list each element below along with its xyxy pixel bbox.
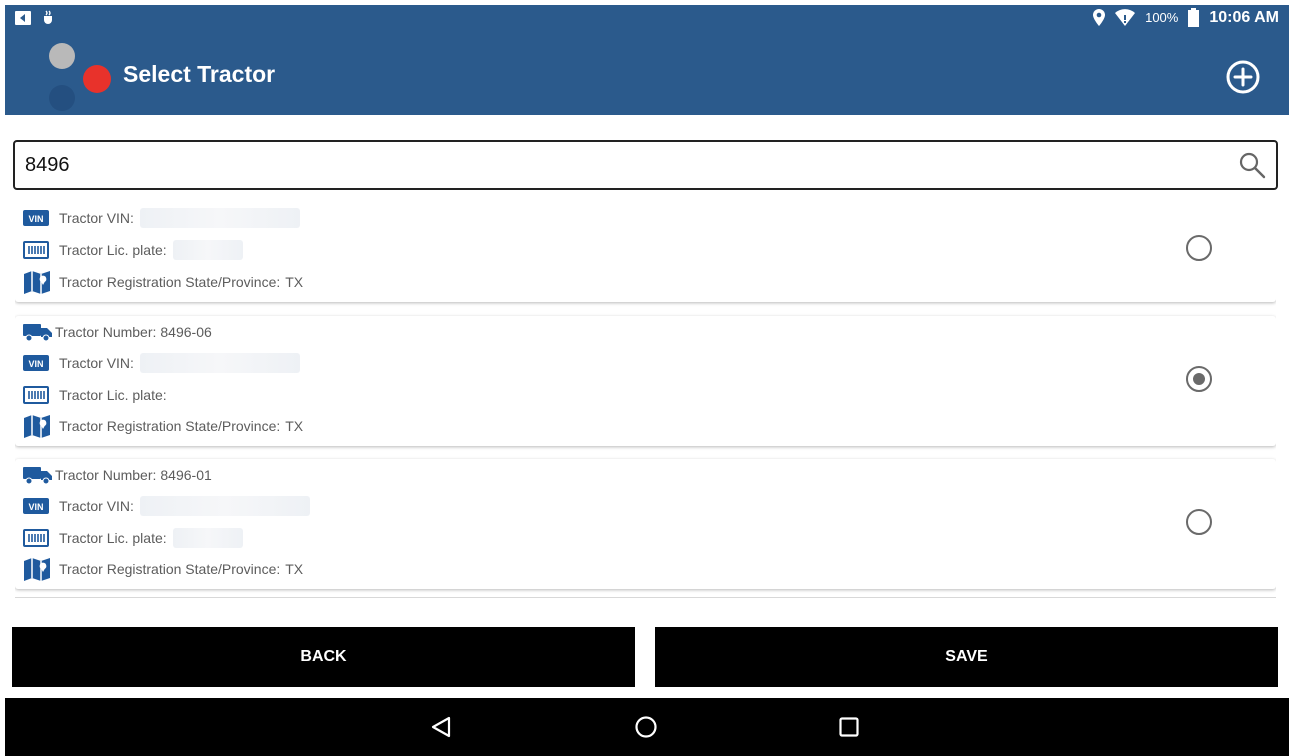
tractor-state-value: TX xyxy=(285,418,304,434)
tractor-state-row: Tractor Registration State/Province: TX xyxy=(23,557,303,581)
tractor-number-value: 8496-06 xyxy=(160,324,212,340)
tractor-state-label: Tractor Registration State/Province: xyxy=(59,561,281,577)
svg-text:VIN: VIN xyxy=(28,359,43,369)
tractor-list[interactable]: VIN Tractor VIN: Tractor Lic. plate: Tra… xyxy=(15,200,1276,598)
tractor-plate-row: Tractor Lic. plate: xyxy=(23,383,167,407)
system-nav-bar xyxy=(5,698,1289,756)
tractor-state-value: TX xyxy=(285,561,304,577)
location-icon xyxy=(1093,9,1106,26)
license-plate-icon xyxy=(23,238,53,262)
tractor-vin-value-redacted xyxy=(139,496,310,516)
vin-icon: VIN xyxy=(23,494,53,518)
tractor-vin-row: VIN Tractor VIN: xyxy=(23,206,300,230)
tractor-radio-selected[interactable] xyxy=(1186,366,1212,392)
back-button[interactable]: BACK xyxy=(12,627,635,687)
tractor-plate-label: Tractor Lic. plate: xyxy=(59,242,167,258)
map-icon xyxy=(23,414,53,438)
nav-back-icon[interactable] xyxy=(429,715,453,739)
tractor-plate-row: Tractor Lic. plate: xyxy=(23,238,243,262)
tractor-state-row: Tractor Registration State/Province: TX xyxy=(23,270,303,294)
truck-icon xyxy=(23,463,53,487)
license-plate-icon xyxy=(23,526,53,550)
map-icon xyxy=(23,270,53,294)
tractor-number-row: Tractor Number: 8496-06 xyxy=(23,320,212,344)
plus-circle-icon xyxy=(1226,60,1260,94)
clock: 10:06 AM xyxy=(1209,8,1279,26)
wifi-icon xyxy=(1115,9,1136,26)
tractor-vin-row: VIN Tractor VIN: xyxy=(23,351,300,375)
svg-text:VIN: VIN xyxy=(28,502,43,512)
tractor-vin-label: Tractor VIN: xyxy=(59,210,134,226)
search-box xyxy=(13,140,1278,190)
search-input[interactable] xyxy=(25,150,1205,180)
tractor-state-label: Tractor Registration State/Province: xyxy=(59,274,281,290)
add-tractor-button[interactable] xyxy=(1225,59,1261,95)
vin-icon: VIN xyxy=(23,206,53,230)
nav-recents-icon[interactable] xyxy=(837,715,861,739)
tractor-radio[interactable] xyxy=(1186,235,1212,261)
status-bar: 100% 10:06 AM xyxy=(5,5,1289,33)
tractor-state-label: Tractor Registration State/Province: xyxy=(59,418,281,434)
tractor-plate-value-redacted xyxy=(172,528,243,548)
tractor-number-label: Tractor Number: xyxy=(55,467,157,483)
notification-cup-icon xyxy=(41,10,55,26)
page-title: Select Tractor xyxy=(123,61,276,87)
vin-icon: VIN xyxy=(23,351,53,375)
tractor-vin-label: Tractor VIN: xyxy=(59,498,134,514)
app-logo xyxy=(45,37,115,111)
battery-icon xyxy=(1188,8,1200,27)
list-divider xyxy=(15,597,1276,598)
notification-app-icon xyxy=(15,11,31,25)
tractor-plate-row: Tractor Lic. plate: xyxy=(23,526,243,550)
tractor-state-value: TX xyxy=(285,274,304,290)
nav-home-icon[interactable] xyxy=(634,715,658,739)
tractor-number-label: Tractor Number: xyxy=(55,324,157,340)
tractor-plate-value-redacted xyxy=(172,240,243,260)
svg-text:VIN: VIN xyxy=(28,214,43,224)
search-icon[interactable] xyxy=(1238,151,1266,179)
tractor-card[interactable]: VIN Tractor VIN: Tractor Lic. plate: Tra… xyxy=(15,200,1276,302)
battery-percent: 100% xyxy=(1145,10,1179,25)
app-header: 100% 10:06 AM Select Tractor xyxy=(5,5,1289,115)
tractor-state-row: Tractor Registration State/Province: TX xyxy=(23,414,303,438)
license-plate-icon xyxy=(23,383,53,407)
tractor-number-row: Tractor Number: 8496-01 xyxy=(23,463,212,487)
tractor-plate-label: Tractor Lic. plate: xyxy=(59,530,167,546)
tractor-plate-label: Tractor Lic. plate: xyxy=(59,387,167,403)
app-bar: Select Tractor xyxy=(5,33,1289,115)
tractor-vin-row: VIN Tractor VIN: xyxy=(23,494,310,518)
map-icon xyxy=(23,557,53,581)
tractor-card[interactable]: Tractor Number: 8496-01 VIN Tractor VIN:… xyxy=(15,459,1276,589)
tractor-card[interactable]: Tractor Number: 8496-06 VIN Tractor VIN:… xyxy=(15,316,1276,446)
tractor-vin-label: Tractor VIN: xyxy=(59,355,134,371)
tractor-vin-value-redacted xyxy=(139,208,300,228)
truck-icon xyxy=(23,320,53,344)
save-button[interactable]: SAVE xyxy=(655,627,1278,687)
tractor-vin-value-redacted xyxy=(139,353,300,373)
tractor-number-value: 8496-01 xyxy=(160,467,212,483)
tractor-radio[interactable] xyxy=(1186,509,1212,535)
